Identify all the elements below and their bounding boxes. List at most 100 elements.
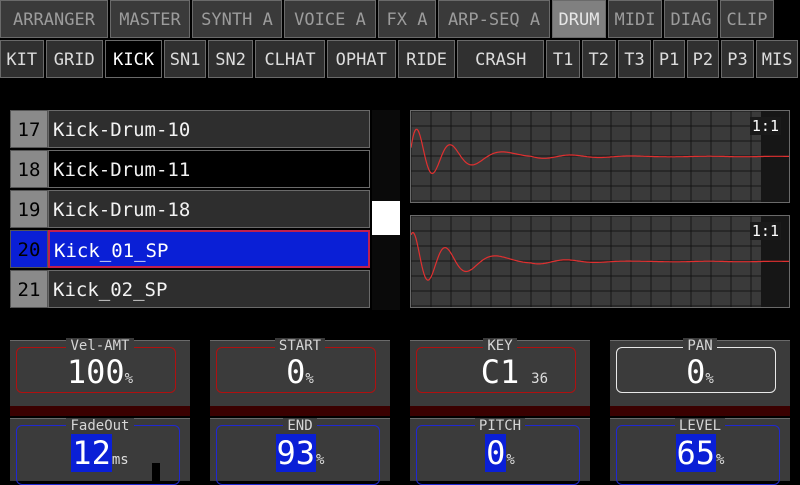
param-key[interactable]: KEY C1 36	[410, 338, 590, 416]
param-label-text: KEY	[483, 338, 517, 354]
sample-list-scrollbar[interactable]	[372, 110, 400, 310]
tab-kick[interactable]: KICK	[104, 40, 163, 78]
tab-sn2[interactable]: SN2	[207, 40, 254, 78]
param-fadeout[interactable]: FadeOut 12ms	[10, 418, 190, 485]
param-unit: %	[124, 371, 134, 387]
tab-t2[interactable]: T2	[581, 40, 616, 78]
sample-name: Kick-Drum-10	[48, 110, 370, 148]
zoom-ratio[interactable]: 1:1	[749, 117, 781, 135]
param-value-number: 93	[275, 434, 317, 472]
param-label-text: FadeOut	[66, 418, 134, 434]
param-strip	[10, 406, 190, 416]
tab-sn1[interactable]: SN1	[164, 40, 206, 78]
tab-master[interactable]: MASTER	[110, 0, 190, 38]
tab-kit[interactable]: KIT	[0, 40, 44, 78]
param-unit: %	[705, 371, 714, 387]
sample-number: 20	[10, 230, 48, 268]
param-value-number: 0	[485, 434, 507, 472]
sample-number: 21	[10, 270, 48, 308]
param-label: PITCH	[410, 418, 590, 434]
param-value[interactable]: C1	[410, 354, 590, 397]
param-unit: %	[506, 452, 515, 468]
param-subvalue: 36	[531, 371, 548, 387]
waveform-line	[411, 128, 789, 175]
sample-row[interactable]: 21 Kick_02_SP	[10, 270, 370, 308]
param-value[interactable]: 65%	[610, 434, 790, 478]
main-tab-bar: ARRANGER MASTER SYNTH A VOICE A FX A ARP-SEQ …	[0, 0, 800, 38]
param-vel-amt[interactable]: Vel-AMT 100%	[10, 338, 190, 416]
param-strip	[210, 406, 390, 416]
param-value-number: C1	[480, 353, 520, 391]
param-value-number: 100	[66, 353, 125, 391]
param-label-text: END	[283, 418, 317, 434]
zoom-ratio[interactable]: 1:1	[749, 222, 781, 240]
param-value[interactable]: 93%	[210, 434, 390, 478]
tab-p3[interactable]: P3	[720, 40, 755, 78]
param-strip	[410, 406, 590, 416]
sample-row[interactable]: 19 Kick-Drum-18	[10, 190, 370, 228]
tab-crash[interactable]: CRASH	[457, 40, 545, 78]
param-pitch[interactable]: PITCH 0%	[410, 418, 590, 485]
param-unit: %	[716, 452, 725, 468]
sample-row[interactable]: 18 Kick-Drum-11	[10, 150, 370, 188]
tab-grid[interactable]: GRID	[45, 40, 103, 78]
param-value-number: 0	[286, 353, 306, 391]
tab-clip[interactable]: CLIP	[720, 0, 774, 38]
param-level[interactable]: LEVEL 65%	[610, 418, 790, 485]
param-strip	[610, 406, 790, 416]
scrollbar-thumb[interactable]	[372, 201, 400, 235]
tab-voice-a[interactable]: VOICE A	[284, 0, 376, 38]
tab-synth-a[interactable]: SYNTH A	[192, 0, 282, 38]
param-label: PAN	[610, 338, 790, 354]
param-label: LEVEL	[610, 418, 790, 434]
tab-p2[interactable]: P2	[687, 40, 719, 78]
param-value[interactable]: 0%	[210, 354, 390, 397]
sample-row[interactable]: 17 Kick-Drum-10	[10, 110, 370, 148]
tab-diag[interactable]: DIAG	[664, 0, 718, 38]
param-label: START	[210, 338, 390, 354]
waveform-plot	[411, 111, 789, 202]
param-label-text: LEVEL	[674, 418, 726, 434]
sample-list: 17 Kick-Drum-10 18 Kick-Drum-11 19 Kick-Drum-…	[10, 110, 370, 310]
tab-arp-seq-a[interactable]: ARP-SEQ A	[438, 0, 550, 38]
param-label: Vel-AMT	[10, 338, 190, 354]
param-value[interactable]: 100%	[10, 354, 190, 397]
param-pan[interactable]: PAN 0%	[610, 338, 790, 416]
tab-arranger[interactable]: ARRANGER	[0, 0, 108, 38]
sample-number: 19	[10, 190, 48, 228]
param-unit: %	[316, 452, 325, 468]
param-unit: %	[305, 371, 314, 387]
param-label-text: PITCH	[474, 418, 526, 434]
tab-fx-a[interactable]: FX A	[378, 0, 436, 38]
param-label: KEY	[410, 338, 590, 354]
param-value-number: 0	[686, 353, 706, 391]
sample-name: Kick-Drum-18	[48, 190, 370, 228]
tab-clhat[interactable]: CLHAT	[255, 40, 325, 78]
tab-midi[interactable]: MIDI	[608, 0, 662, 38]
sample-name: Kick_02_SP	[48, 270, 370, 308]
sample-number: 17	[10, 110, 48, 148]
param-value-number: 12	[71, 434, 112, 472]
param-label-text: Vel-AMT	[66, 338, 134, 354]
param-label: END	[210, 418, 390, 434]
tab-drum[interactable]: DRUM	[552, 0, 606, 38]
param-end[interactable]: END 93%	[210, 418, 390, 485]
tab-t1[interactable]: T1	[546, 40, 580, 78]
waveform-line	[411, 231, 789, 281]
tab-mis[interactable]: MIS	[756, 40, 798, 78]
tab-ride[interactable]: RIDE	[397, 40, 456, 78]
param-value[interactable]: 0%	[610, 354, 790, 397]
param-value[interactable]: 0%	[410, 434, 590, 478]
fadeout-slider-handle[interactable]	[152, 463, 160, 481]
param-value-number: 65	[675, 434, 717, 472]
sample-name: Kick_01_SP	[48, 230, 370, 268]
sample-row[interactable]: 20 Kick_01_SP	[10, 230, 370, 268]
waveform-plot	[411, 216, 789, 307]
waveform-view-1: 1:1	[410, 110, 790, 203]
tab-t3[interactable]: T3	[617, 40, 652, 78]
param-value[interactable]: 12ms	[10, 434, 190, 478]
waveform-view-2: 1:1	[410, 215, 790, 308]
tab-p1[interactable]: P1	[653, 40, 685, 78]
tab-ophat[interactable]: OPHAT	[326, 40, 396, 78]
param-start[interactable]: START 0%	[210, 338, 390, 416]
